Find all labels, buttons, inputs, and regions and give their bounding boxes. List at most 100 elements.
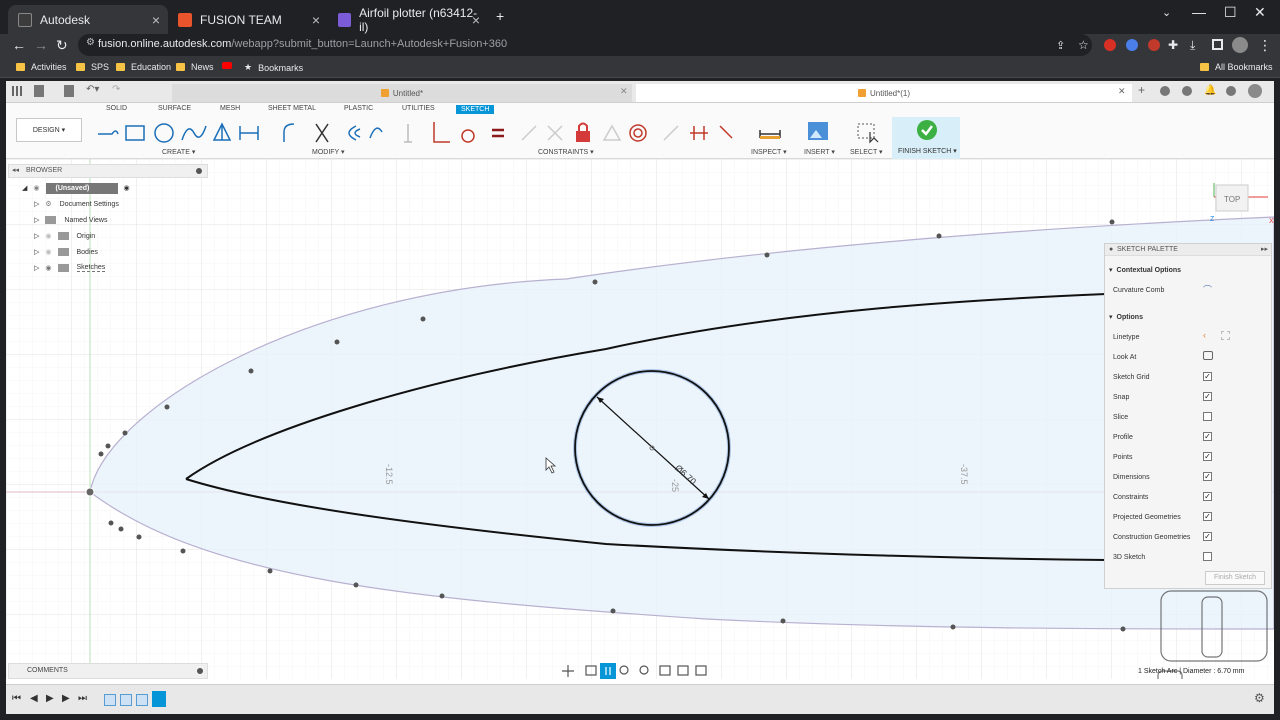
tab-utilities[interactable]: UTILITIES <box>402 105 435 112</box>
eye-icon[interactable]: ◉ <box>33 184 39 192</box>
fix-lock-icon[interactable] <box>576 131 590 142</box>
spline-tool-icon[interactable] <box>181 125 207 141</box>
new-tab-button[interactable]: + <box>496 8 504 24</box>
browser-root[interactable]: ◢ ◉ (Unsaved) ◉ <box>22 181 130 195</box>
tab-plastic[interactable]: PLASTIC <box>344 105 373 112</box>
tab-autodesk[interactable]: Autodesk × <box>8 5 168 34</box>
rectangle-tool-icon[interactable] <box>125 125 145 141</box>
timeline-settings-gear-icon[interactable]: ⚙ <box>1254 691 1265 705</box>
active-radio-icon[interactable]: ◉ <box>124 184 130 192</box>
concentric-icon[interactable] <box>629 124 647 142</box>
file-icon[interactable] <box>34 85 44 97</box>
chrome-menu-icon[interactable]: ⋮ <box>1258 37 1272 54</box>
forward-button[interactable]: → <box>34 37 48 53</box>
new-tab-icon[interactable]: + <box>1138 83 1145 97</box>
all-bookmarks[interactable]: All Bookmarks <box>1200 62 1273 72</box>
back-button[interactable]: ← <box>12 37 26 53</box>
maximize-button[interactable]: ☐ <box>1224 4 1237 21</box>
insert-menu[interactable]: INSERT ▾ <box>804 148 835 156</box>
tab-sheet-metal[interactable]: SHEET METAL <box>268 105 316 112</box>
polygon-tool-icon[interactable] <box>212 122 232 141</box>
offset-tool-icon[interactable] <box>239 126 259 140</box>
close-icon[interactable]: × <box>312 12 320 28</box>
points-checkbox[interactable]: ✓ <box>1203 452 1212 461</box>
app-grid-icon[interactable] <box>12 86 22 96</box>
close-icon[interactable]: ✕ <box>1118 86 1126 97</box>
redo-icon[interactable]: ↷ <box>112 84 120 95</box>
close-icon[interactable]: ✕ <box>620 86 628 97</box>
expand-triangle-icon[interactable]: ▷ <box>34 232 39 240</box>
comments-panel[interactable]: COMMENTS <box>8 663 208 679</box>
bookmark-sps[interactable]: SPS <box>76 62 109 72</box>
help-icon[interactable] <box>1226 86 1236 96</box>
fillet-tool-icon[interactable] <box>283 123 295 142</box>
coincident-icon[interactable] <box>404 124 412 143</box>
slice-checkbox[interactable] <box>1203 412 1212 421</box>
look-at-icon[interactable] <box>585 665 597 676</box>
contextual-options-header[interactable]: ▾ Contextual Options <box>1109 264 1181 276</box>
reload-button[interactable]: ↻ <box>56 37 68 54</box>
eye-icon[interactable]: ◉ <box>45 264 51 272</box>
browser-item-sketches[interactable]: ▷ ◉ Sketches <box>34 261 106 275</box>
options-header[interactable]: ▾ Options <box>1109 311 1143 323</box>
bookmark-bookmarks[interactable]: ★ Bookmarks <box>244 62 303 73</box>
timeline-start-icon[interactable]: ⏮ <box>12 693 21 704</box>
doc-tab-untitled[interactable]: Untitled* <box>172 84 632 102</box>
browser-item-document-settings[interactable]: ▷ ⚙ Document Settings <box>34 197 119 211</box>
undo-icon[interactable]: ↶▾ <box>86 84 99 95</box>
snap-checkbox[interactable]: ✓ <box>1203 392 1212 401</box>
bookmark-star-icon[interactable]: ☆ <box>1078 38 1089 52</box>
fit-icon[interactable] <box>639 665 649 675</box>
extension-icon[interactable] <box>1148 39 1160 51</box>
expand-triangle-icon[interactable]: ▷ <box>34 248 39 256</box>
tab-mesh[interactable]: MESH <box>220 105 240 112</box>
extensions-icon[interactable] <box>1182 86 1192 96</box>
design-workspace-button[interactable]: DESIGN ▾ <box>16 118 82 142</box>
tab-search-icon[interactable]: ⌄ <box>1162 6 1171 19</box>
tab-solid[interactable]: SOLID <box>106 105 127 112</box>
midpoint-icon[interactable] <box>602 124 622 141</box>
zoom-icon[interactable] <box>619 665 629 675</box>
profile-avatar[interactable] <box>1232 37 1248 53</box>
modify-menu[interactable]: MODIFY ▾ <box>312 148 345 156</box>
horizontal-vertical-icon[interactable] <box>663 125 679 141</box>
finish-sketch-palette-button[interactable]: Finish Sketch <box>1205 571 1265 585</box>
bookmark-activities[interactable]: Activities <box>16 62 67 72</box>
grid-settings-icon[interactable] <box>677 665 689 676</box>
tangent-icon[interactable] <box>461 129 475 143</box>
browser-item-bodies[interactable]: ▷ ◉ Bodies <box>34 245 98 259</box>
extension-icon[interactable] <box>1126 39 1138 51</box>
notification-bell-icon[interactable]: 🔔 <box>1204 85 1216 96</box>
trim-scissors-icon[interactable] <box>315 123 329 143</box>
projected-geometries-checkbox[interactable]: ✓ <box>1203 512 1212 521</box>
look-at-icon[interactable] <box>1203 351 1213 360</box>
close-window-button[interactable]: ✕ <box>1254 4 1266 21</box>
expand-triangle-icon[interactable]: ▷ <box>34 216 39 224</box>
extensions-puzzle-icon[interactable]: ✚ <box>1168 38 1178 52</box>
site-info-icon[interactable]: ⚙ <box>86 37 95 48</box>
save-icon[interactable] <box>64 85 74 97</box>
url-text[interactable]: fusion.online.autodesk.com/webapp?submit… <box>98 38 507 50</box>
side-panel-icon[interactable] <box>1212 39 1223 50</box>
tab-surface[interactable]: SURFACE <box>158 105 191 112</box>
select-menu[interactable]: SELECT ▾ <box>850 148 883 156</box>
option-curvature-comb[interactable]: Curvature Comb <box>1113 284 1164 296</box>
user-avatar[interactable] <box>1248 84 1262 98</box>
collapse-icon[interactable]: ◂◂ <box>12 166 19 174</box>
inspect-menu[interactable]: INSPECT ▾ <box>751 148 787 156</box>
dimensions-checkbox[interactable]: ✓ <box>1203 472 1212 481</box>
break-tool-icon[interactable] <box>369 127 383 139</box>
tab-airfoil-plotter[interactable]: Airfoil plotter (n63412-il) × <box>328 5 488 34</box>
expand-triangle-icon[interactable]: ◢ <box>22 184 27 192</box>
share-icon[interactable]: ⇪ <box>1056 39 1065 52</box>
construction-linetype-icon[interactable]: ‹ <box>1203 330 1206 340</box>
curvature-comb-icon[interactable]: ⌒ <box>1203 283 1212 296</box>
pin-icon[interactable] <box>196 168 202 174</box>
expand-triangle-icon[interactable]: ▷ <box>34 264 39 272</box>
download-icon[interactable]: ⤓ <box>1190 38 1195 53</box>
circle-tool-icon[interactable] <box>154 123 174 143</box>
timeline-end-icon[interactable]: ⏭ <box>78 693 87 704</box>
sketch-grid-checkbox[interactable]: ✓ <box>1203 372 1212 381</box>
line-tool-icon[interactable] <box>98 130 119 135</box>
timeline-feature-icon[interactable] <box>120 694 132 706</box>
